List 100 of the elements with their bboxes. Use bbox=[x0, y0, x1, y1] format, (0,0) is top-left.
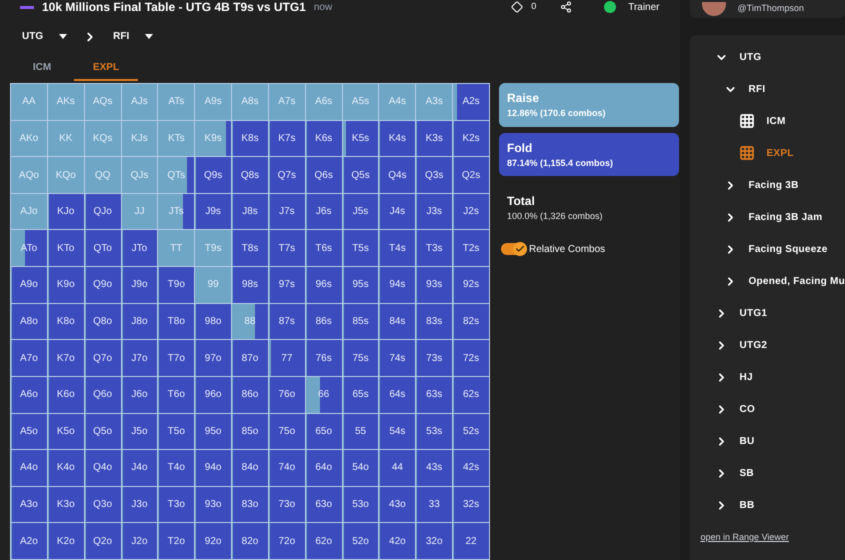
tree-item[interactable]: HJ bbox=[740, 370, 753, 384]
hand-cell[interactable]: K8o bbox=[48, 304, 84, 340]
tree-item[interactable]: UTG2 bbox=[740, 338, 768, 352]
hand-cell[interactable]: 52o bbox=[342, 523, 378, 559]
breadcrumb-dropdown[interactable]: UTG bbox=[22, 29, 68, 44]
hand-cell[interactable]: 96o bbox=[195, 376, 232, 413]
hand-cell[interactable]: 97o bbox=[195, 340, 232, 376]
hand-cell[interactable]: 63s bbox=[416, 376, 452, 413]
tab[interactable]: ICM bbox=[10, 55, 74, 81]
hand-cell[interactable]: 54s bbox=[379, 414, 416, 450]
hand-cell[interactable]: T7o bbox=[158, 340, 194, 376]
hand-cell[interactable]: KJo bbox=[48, 194, 84, 230]
tree-item[interactable]: Facing 3B bbox=[748, 178, 799, 192]
hand-cell[interactable]: T3s bbox=[416, 230, 452, 266]
hand-cell[interactable]: T5o bbox=[158, 414, 194, 450]
hand-cell[interactable]: K4s bbox=[379, 120, 416, 156]
hand-cell[interactable]: T6o bbox=[158, 376, 194, 413]
hand-cell[interactable]: 94s bbox=[379, 267, 416, 303]
tree-item[interactable]: SB bbox=[740, 466, 754, 480]
hand-cell[interactable]: J2o bbox=[122, 523, 158, 559]
tree-item[interactable]: ICM bbox=[766, 114, 786, 128]
hand-cell[interactable]: 55 bbox=[342, 414, 378, 450]
hand-cell[interactable]: Q2o bbox=[84, 523, 121, 559]
hand-cell[interactable]: Q5o bbox=[84, 414, 121, 450]
hand-cell[interactable]: T5s bbox=[342, 230, 378, 266]
hand-cell[interactable]: Q3o bbox=[84, 486, 121, 522]
hand-cell[interactable]: J3s bbox=[416, 194, 452, 230]
hand-cell[interactable]: Q9s bbox=[195, 157, 232, 193]
tree-item[interactable]: BB bbox=[740, 498, 754, 512]
hand-cell[interactable]: T6s bbox=[306, 230, 342, 266]
hand-cell[interactable]: J5s bbox=[342, 194, 378, 230]
tree-item[interactable]: Opened, Facing Mu bbox=[748, 274, 845, 288]
hand-cell[interactable]: J9s bbox=[195, 194, 232, 230]
hand-cell[interactable]: A6o bbox=[11, 376, 47, 413]
hand-cell[interactable]: T8s bbox=[232, 230, 268, 266]
menu-icon[interactable] bbox=[20, 6, 34, 8]
breadcrumb-dropdown[interactable]: RFI bbox=[113, 29, 154, 44]
hand-cell[interactable]: 53o bbox=[342, 486, 378, 522]
hand-cell[interactable]: J7o bbox=[122, 340, 158, 376]
hand-cell[interactable]: 83o bbox=[232, 486, 268, 522]
hand-cell[interactable]: Q5s bbox=[342, 157, 378, 193]
hand-cell[interactable]: 83s bbox=[416, 304, 452, 340]
hand-cell[interactable]: 92s bbox=[453, 267, 489, 303]
hand-cell[interactable]: KTo bbox=[48, 230, 84, 266]
hand-cell[interactable]: 42s bbox=[453, 450, 489, 486]
hand-cell[interactable]: 95o bbox=[195, 414, 232, 450]
hand-cell[interactable]: K3o bbox=[48, 486, 84, 522]
tab[interactable]: EXPL bbox=[74, 55, 138, 81]
hand-cell[interactable]: 32o bbox=[416, 523, 452, 559]
tree-item[interactable]: CO bbox=[740, 402, 756, 416]
hand-cell[interactable]: K8s bbox=[232, 120, 268, 156]
hand-cell[interactable]: Q4o bbox=[84, 450, 121, 486]
trainer-icon[interactable] bbox=[604, 1, 616, 13]
hand-cell[interactable]: 74s bbox=[379, 340, 416, 376]
hand-cell[interactable]: 92o bbox=[195, 523, 232, 559]
hand-cell[interactable]: 98o bbox=[195, 304, 232, 340]
hand-cell[interactable]: K4o bbox=[48, 450, 84, 486]
hand-cell[interactable]: 73o bbox=[268, 486, 305, 522]
hand-cell[interactable]: J4s bbox=[379, 194, 416, 230]
hand-cell[interactable]: J2s bbox=[453, 194, 489, 230]
hand-cell[interactable]: A5o bbox=[11, 414, 47, 450]
hand-cell[interactable]: 43s bbox=[416, 450, 452, 486]
hand-cell[interactable]: 85o bbox=[232, 414, 268, 450]
tree-item[interactable]: Facing Squeeze bbox=[748, 242, 828, 256]
hand-cell[interactable]: A7o bbox=[11, 340, 47, 376]
hand-cell[interactable]: 72s bbox=[453, 340, 489, 376]
hand-cell[interactable]: 73s bbox=[416, 340, 452, 376]
hand-cell[interactable]: 94o bbox=[195, 450, 232, 486]
hand-cell[interactable]: Q6s bbox=[306, 157, 342, 193]
hand-cell[interactable]: 85s bbox=[342, 304, 378, 340]
hand-cell[interactable]: J6o bbox=[122, 376, 158, 413]
tree-item[interactable]: RFI bbox=[748, 82, 766, 96]
hand-cell[interactable]: J5o bbox=[122, 414, 158, 450]
hand-cell[interactable]: A4o bbox=[11, 450, 47, 486]
hand-cell[interactable]: K7s bbox=[268, 120, 305, 156]
hand-cell[interactable]: Q7s bbox=[268, 157, 305, 193]
hand-cell[interactable]: J9o bbox=[122, 267, 158, 303]
hand-cell[interactable]: Q6o bbox=[84, 376, 121, 413]
hand-cell[interactable]: Q9o bbox=[84, 267, 121, 303]
hand-cell[interactable]: A2s bbox=[453, 84, 489, 120]
hand-cell[interactable]: Q2s bbox=[453, 157, 489, 193]
hand-cell[interactable]: QJo bbox=[84, 194, 121, 230]
hand-cell[interactable]: 65o bbox=[306, 414, 342, 450]
tree-item[interactable]: UTG1 bbox=[740, 306, 768, 320]
hand-cell[interactable]: 75s bbox=[342, 340, 378, 376]
hand-cell[interactable]: T4o bbox=[158, 450, 194, 486]
hand-cell[interactable]: 63o bbox=[306, 486, 342, 522]
hand-cell[interactable]: 33 bbox=[416, 486, 452, 522]
hand-cell[interactable]: 62o bbox=[306, 523, 342, 559]
hand-cell[interactable]: 66 bbox=[306, 376, 342, 413]
hand-cell[interactable]: 43o bbox=[379, 486, 416, 522]
hand-cell[interactable]: K9o bbox=[48, 267, 84, 303]
hand-cell[interactable]: 64s bbox=[379, 376, 416, 413]
hand-cell[interactable]: 75o bbox=[268, 414, 305, 450]
hand-cell[interactable]: QTo bbox=[84, 230, 121, 266]
hand-cell[interactable]: A3o bbox=[11, 486, 47, 522]
hand-cell[interactable]: 77 bbox=[268, 340, 305, 376]
hand-cell[interactable]: 84o bbox=[232, 450, 268, 486]
hand-cell[interactable]: 54o bbox=[342, 450, 378, 486]
tree-item[interactable]: UTG bbox=[740, 50, 762, 64]
